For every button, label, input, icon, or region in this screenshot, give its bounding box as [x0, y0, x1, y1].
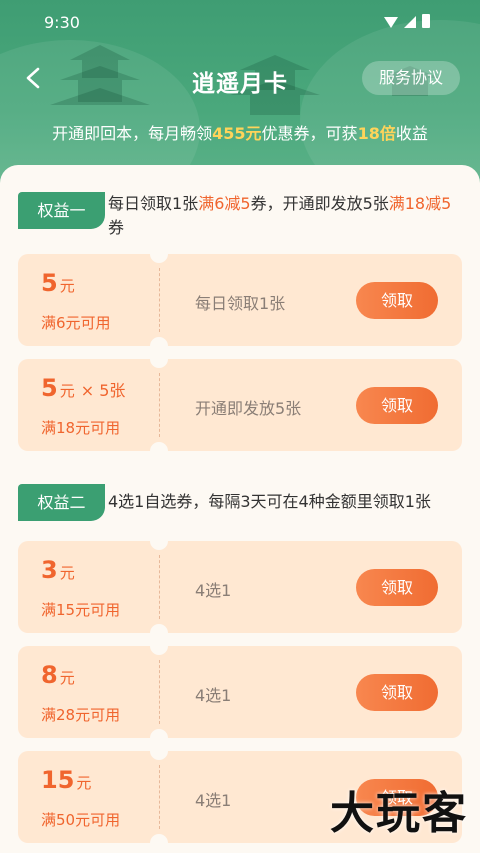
coupon-divider: [159, 765, 160, 829]
summary-multiple: 18倍: [357, 124, 396, 143]
benefit-text-highlight: 满6减5: [198, 194, 251, 213]
coupon-divider: [159, 373, 160, 437]
claim-button[interactable]: 领取: [356, 282, 438, 319]
benefit-text-part: 每日领取1张: [108, 194, 199, 213]
coupon-amount: 15 元: [41, 766, 91, 794]
watermark-logo: 大玩客: [330, 788, 468, 839]
coupon-value: 3: [41, 556, 58, 584]
coupon-description: 开通即发放5张: [195, 399, 302, 418]
benefit-text-part: 券，开通即发放5张: [250, 194, 389, 213]
coupon-unit: 元: [59, 277, 75, 295]
benefit-badge: 权益二: [18, 484, 105, 521]
benefit-description: 每日领取1张满6减5券，开通即发放5张满18减5 券: [108, 192, 460, 240]
coupon-description: 4选1: [195, 686, 232, 705]
nav-bar: 逍遥月卡 服务协议: [0, 52, 480, 106]
coupon-notch: [150, 245, 168, 263]
coupon-notch: [150, 350, 168, 368]
coupon-amount: 5 元 × 5张: [41, 374, 125, 402]
benefit-description: 4选1自选券，每隔3天可在4种金额里领取1张: [108, 492, 431, 511]
benefit-badge: 权益一: [18, 192, 105, 229]
coupon-amount: 3元: [41, 556, 75, 584]
coupon-description: 4选1: [195, 581, 232, 600]
coupon-notch: [150, 442, 168, 460]
coupon-notch: [150, 742, 168, 760]
coupon-card: 5元 满6元可用 每日领取1张 领取: [18, 245, 462, 355]
coupon-divider: [159, 268, 160, 332]
summary-text: 收益: [395, 124, 428, 143]
coupon-value: 8: [41, 661, 58, 689]
coupon-value: 5: [41, 269, 58, 297]
card-summary: 开通即回本，每月畅领455元优惠券，可获18倍收益: [0, 120, 480, 144]
status-icons: [384, 14, 430, 28]
service-agreement-button[interactable]: 服务协议: [361, 61, 460, 95]
coupon-unit: 元: [76, 774, 92, 792]
coupon-value: 15: [41, 766, 75, 794]
coupon-card: 3元 满15元可用 4选1 领取: [18, 532, 462, 642]
claim-button[interactable]: 领取: [356, 569, 438, 606]
coupon-notch: [150, 637, 168, 655]
coupon-description: 每日领取1张: [195, 294, 286, 313]
coupon-divider: [159, 660, 160, 724]
coupon-description: 4选1: [195, 791, 232, 810]
benefit-text-highlight: 满18减5: [388, 194, 452, 213]
status-bar: 9:30: [0, 0, 480, 44]
coupon-notch: [150, 532, 168, 550]
coupon-amount: 8元: [41, 661, 75, 689]
summary-amount: 455元: [212, 124, 262, 143]
summary-text: 开通即回本，每月畅领: [52, 124, 213, 143]
benefit-text-part: 券: [108, 218, 125, 237]
coupon-unit: 元: [59, 382, 75, 400]
coupon-condition: 满18元可用: [41, 419, 121, 437]
status-time: 9:30: [44, 13, 80, 32]
coupon-multiplier: × 5张: [80, 381, 126, 400]
coupon-condition: 满6元可用: [41, 314, 111, 332]
signal-icon: [404, 16, 416, 28]
battery-icon: [422, 14, 430, 28]
coupon-amount: 5元: [41, 269, 75, 297]
claim-button[interactable]: 领取: [356, 674, 438, 711]
coupon-card: 5 元 × 5张 满18元可用 开通即发放5张 领取: [18, 350, 462, 460]
coupon-condition: 满50元可用: [41, 811, 121, 829]
wifi-icon: [384, 17, 398, 28]
claim-button[interactable]: 领取: [356, 387, 438, 424]
coupon-condition: 满15元可用: [41, 601, 121, 619]
coupon-condition: 满28元可用: [41, 706, 121, 724]
coupon-value: 5: [41, 374, 58, 402]
coupon-divider: [159, 555, 160, 619]
coupon-unit: 元: [59, 564, 75, 582]
summary-text: 优惠券，可获: [261, 124, 358, 143]
coupon-unit: 元: [59, 669, 75, 687]
coupon-card: 8元 满28元可用 4选1 领取: [18, 637, 462, 747]
coupon-notch: [150, 834, 168, 852]
